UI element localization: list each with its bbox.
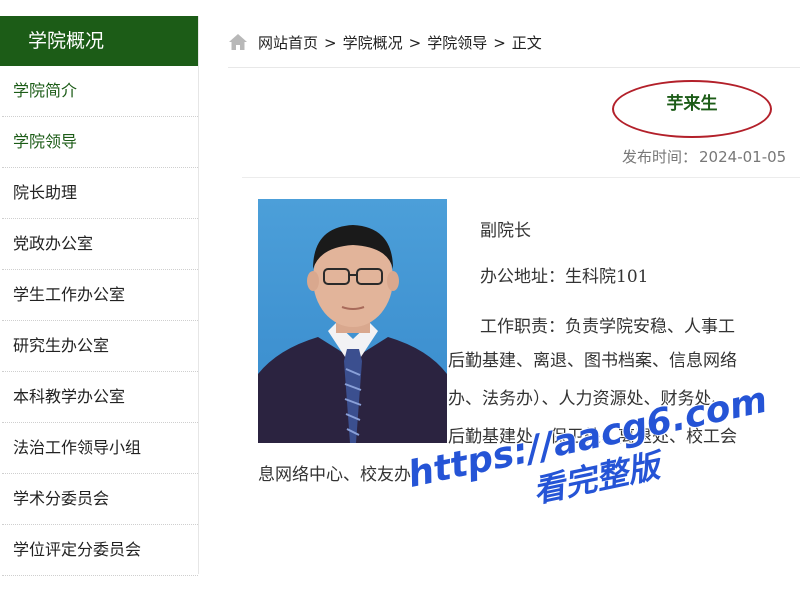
publish-date: 2024-01-05 (699, 148, 787, 166)
sidebar-divider (198, 16, 199, 574)
sidebar-item-leaders[interactable]: 学院领导 (2, 117, 198, 168)
sidebar-item-party-office[interactable]: 党政办公室 (2, 219, 198, 270)
breadcrumb-separator: > (408, 34, 422, 52)
sidebar-item-student-affairs[interactable]: 学生工作办公室 (2, 270, 198, 321)
office-text: 办公地址：生科院101 (480, 267, 649, 287)
duties-line-3: 办、法务办）、人力资源处、财务处、 (448, 389, 729, 409)
sidebar-title: 学院概况 (0, 16, 198, 66)
sidebar-item-dean-assistant[interactable]: 院长助理 (2, 168, 198, 219)
breadcrumb-home[interactable]: 网站首页 (258, 34, 318, 52)
home-icon[interactable] (228, 32, 248, 52)
sidebar-menu: 学院简介 学院领导 院长助理 党政办公室 学生工作办公室 研究生办公室 本科教学… (0, 66, 198, 576)
sidebar-item-graduate-office[interactable]: 研究生办公室 (2, 321, 198, 372)
breadcrumb-overview[interactable]: 学院概况 (343, 34, 403, 52)
article-divider (242, 177, 800, 178)
breadcrumb-separator: > (324, 34, 337, 52)
sidebar-item-academic-committee[interactable]: 学术分委员会 (2, 474, 198, 525)
sidebar-item-degree-committee[interactable]: 学位评定分委员会 (2, 525, 198, 576)
duties-line-5: 息网络中心、校友办。 (258, 465, 428, 485)
sidebar-item-law-group[interactable]: 法治工作领导小组 (2, 423, 198, 474)
article-title: 芋来生 (666, 94, 718, 114)
sidebar-item-undergrad-office[interactable]: 本科教学办公室 (2, 372, 198, 423)
sidebar: 学院概况 学院简介 学院领导 院长助理 党政办公室 学生工作办公室 研究生办公室… (0, 16, 198, 576)
sidebar-item-intro[interactable]: 学院简介 (2, 66, 198, 117)
publish-info: 发布时间： 2024-01-05 (622, 146, 786, 167)
breadcrumb: 网站首页 > 学院概况 > 学院领导 > 正文 (228, 30, 800, 68)
breadcrumb-leaders[interactable]: 学院领导 (427, 34, 487, 52)
duties-line-1: 工作职责：负责学院安稳、人事工 (480, 317, 735, 337)
position-text: 副院长 (480, 221, 531, 241)
breadcrumb-separator: > (493, 34, 506, 52)
breadcrumb-current: 正文 (511, 34, 542, 52)
article-title-block: 芋来生 (612, 80, 776, 142)
publish-label: 发布时间： (622, 148, 698, 166)
portrait-photo (258, 199, 447, 443)
duties-line-2: 后勤基建、离退、图书档案、信息网络 (448, 351, 737, 371)
watermark: https://aacg6.com 看完整版 (388, 376, 800, 616)
duties-line-4: 后勤基建处、保卫处、离退处、校工会 (448, 427, 737, 447)
